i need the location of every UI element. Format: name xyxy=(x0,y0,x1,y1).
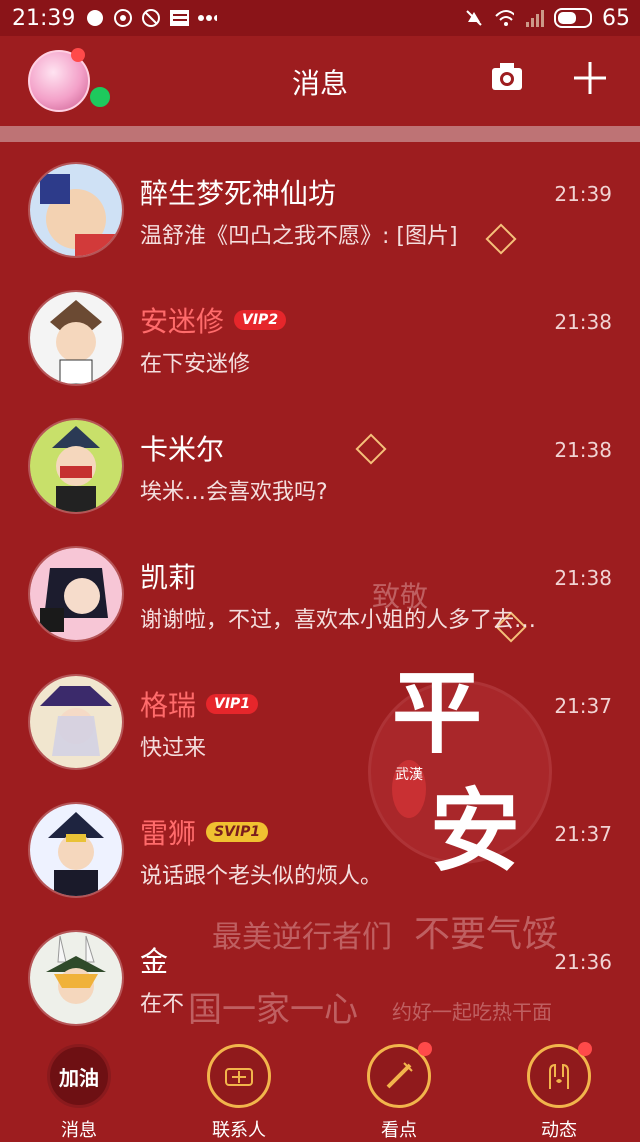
signal-icon xyxy=(524,8,544,28)
mute-icon xyxy=(464,8,484,28)
news-icon xyxy=(169,8,190,28)
vip-badge: VIP2 xyxy=(234,310,287,330)
last-message: 谢谢啦，不过，喜欢本小姐的人多了去… xyxy=(140,608,537,633)
list-item[interactable]: 醉生梦死神仙坊 温舒淮《凹凸之我不愿》: [图片] 21:39 xyxy=(0,142,640,270)
vip-badge: VIP1 xyxy=(206,694,259,714)
more-notifications-icon xyxy=(197,8,218,28)
list-item[interactable]: 卡米尔 埃米…会喜欢我吗? 21:38 xyxy=(0,398,640,526)
message-time: 21:37 xyxy=(554,694,612,718)
tab-watch[interactable]: 看点 xyxy=(344,1042,454,1142)
avatar[interactable] xyxy=(28,802,124,898)
contact-name-text: 雷狮 xyxy=(140,817,197,850)
battery-icon xyxy=(554,8,592,28)
contact-name: 雷狮 SVIP1 xyxy=(140,812,269,852)
status-time: 21:39 xyxy=(12,5,76,31)
message-time: 21:36 xyxy=(554,950,612,974)
plus-icon xyxy=(574,62,606,94)
contact-name: 卡米尔 xyxy=(140,433,225,466)
message-time: 21:38 xyxy=(554,438,612,462)
search-bar-strip xyxy=(0,126,640,142)
avatar[interactable] xyxy=(28,674,124,770)
list-item[interactable]: 凯莉 谢谢啦，不过，喜欢本小姐的人多了去… 21:38 xyxy=(0,526,640,654)
bottom-tab-bar: 加油 消息 联系人 看点 动态 xyxy=(0,1040,640,1141)
tab-watch-label: 看点 xyxy=(381,1120,417,1141)
message-time: 21:37 xyxy=(554,822,612,846)
avatar[interactable] xyxy=(28,546,124,642)
tab-messages-label: 消息 xyxy=(61,1120,97,1141)
list-item[interactable]: 安迷修 VIP2 在下安迷修 21:38 xyxy=(0,270,640,398)
last-message: 说话跟个老头似的烦人。 xyxy=(140,864,383,889)
add-button[interactable] xyxy=(570,58,610,98)
tab-contacts[interactable]: 联系人 xyxy=(184,1044,294,1142)
page-title: 消息 xyxy=(291,67,348,100)
last-message: 在不 xyxy=(140,992,185,1017)
message-time: 21:38 xyxy=(554,310,612,334)
list-item[interactable]: 金 在不 21:36 xyxy=(0,910,640,1038)
message-time: 21:38 xyxy=(554,566,612,590)
block-icon xyxy=(141,8,161,28)
contact-name: 安迷修 VIP2 xyxy=(140,300,287,340)
battery-level: 65 xyxy=(602,5,630,31)
list-item[interactable]: 雷狮 SVIP1 说话跟个老头似的烦人。 21:37 xyxy=(0,782,640,910)
tab-moments[interactable]: 动态 xyxy=(504,1042,614,1142)
last-message: 快过来 xyxy=(140,736,207,761)
camera-button[interactable] xyxy=(490,60,524,94)
list-item[interactable]: 格瑞 VIP1 快过来 21:37 xyxy=(0,654,640,782)
wifi-icon xyxy=(494,8,514,28)
message-time: 21:39 xyxy=(554,182,612,206)
contacts-icon xyxy=(207,1044,271,1108)
avatar[interactable] xyxy=(28,930,124,1026)
last-message: 温舒淮《凹凸之我不愿》: [图片] xyxy=(140,224,458,249)
cheer-icon: 加油 xyxy=(47,1044,111,1108)
conversation-list: 醉生梦死神仙坊 温舒淮《凹凸之我不愿》: [图片] 21:39 安迷修 VIP2 … xyxy=(0,142,640,1038)
svip-badge: SVIP1 xyxy=(206,822,269,842)
sync-icon xyxy=(113,8,133,28)
last-message: 在下安迷修 xyxy=(140,352,251,377)
last-message: 埃米…会喜欢我吗? xyxy=(140,480,328,505)
tab-messages-icon-text: 加油 xyxy=(59,1065,99,1090)
contact-name: 格瑞 VIP1 xyxy=(140,684,259,724)
notification-dot xyxy=(418,1042,432,1056)
camera-icon xyxy=(492,63,522,90)
contact-name: 醉生梦死神仙坊 xyxy=(140,177,337,210)
avatar[interactable] xyxy=(28,162,124,258)
status-bar: 21:39 65 xyxy=(0,0,640,36)
contact-name-text: 安迷修 xyxy=(140,305,225,338)
contact-name-text: 格瑞 xyxy=(140,689,197,722)
avatar[interactable] xyxy=(28,290,124,386)
header: 消息 xyxy=(0,36,640,126)
avatar[interactable] xyxy=(28,418,124,514)
tab-messages[interactable]: 加油 消息 xyxy=(24,1044,134,1142)
contact-name: 金 xyxy=(140,945,169,978)
chat-bubble-icon xyxy=(85,8,105,28)
tab-contacts-label: 联系人 xyxy=(212,1120,266,1141)
notification-dot xyxy=(578,1042,592,1056)
contact-name: 凯莉 xyxy=(140,561,197,594)
tab-moments-label: 动态 xyxy=(541,1120,577,1141)
notification-dot xyxy=(71,48,85,62)
